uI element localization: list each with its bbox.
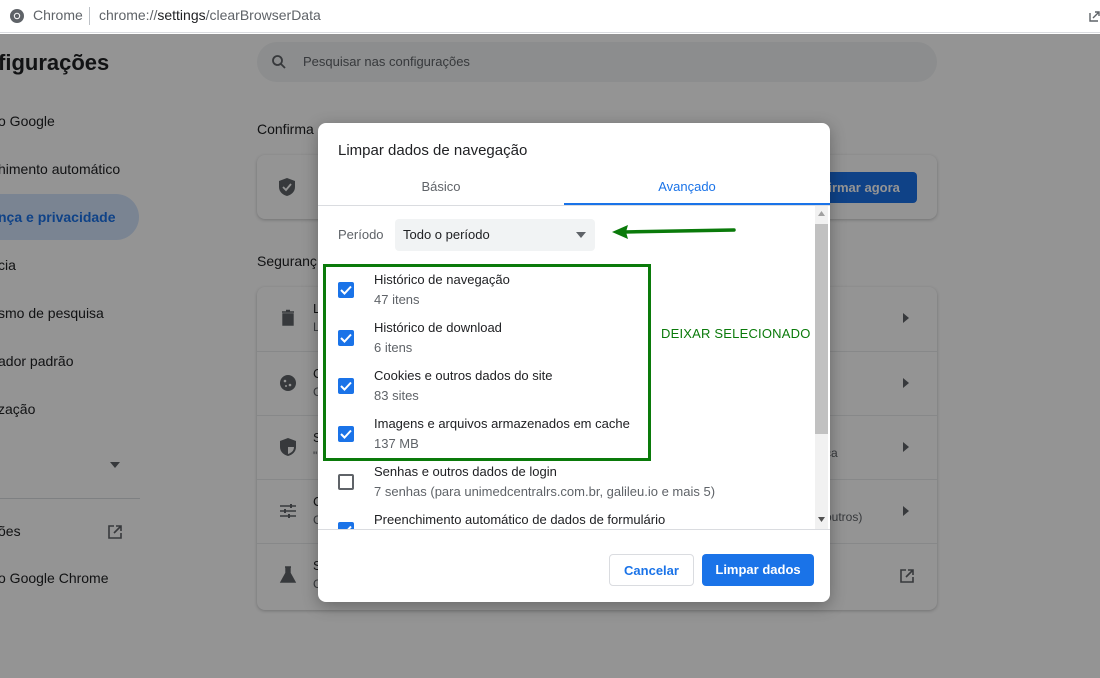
option-autofill[interactable]: Preenchimento automático de dados de for… — [318, 512, 812, 529]
footer-divider — [318, 529, 830, 530]
annotation-highlight-box — [323, 264, 651, 461]
option-detail: 7 senhas (para unimedcentralrs.com.br, g… — [374, 484, 716, 499]
address-bar: Chrome chrome://settings/clearBrowserDat… — [0, 0, 1100, 33]
tab-advanced[interactable]: Avançado — [564, 169, 810, 205]
period-select[interactable]: Todo o período — [395, 219, 595, 251]
clear-data-button[interactable]: Limpar dados — [702, 554, 814, 586]
address-separator — [89, 7, 90, 25]
scrollbar[interactable] — [815, 206, 828, 529]
share-icon[interactable] — [1088, 9, 1100, 23]
scrollbar-thumb[interactable] — [815, 224, 828, 434]
dropdown-arrow-icon — [576, 232, 586, 238]
annotation-arrow-icon — [612, 225, 736, 239]
browser-app-name: Chrome — [33, 7, 83, 23]
period-value: Todo o período — [403, 227, 490, 242]
chrome-icon — [10, 9, 24, 23]
checkbox-checked[interactable] — [338, 522, 354, 529]
period-label: Período — [338, 227, 384, 242]
dialog-title: Limpar dados de navegação — [338, 142, 528, 159]
tab-basic[interactable]: Básico — [318, 169, 564, 205]
scroll-up-arrow-icon[interactable] — [818, 211, 825, 216]
option-label: Senhas e outros dados de login — [374, 464, 557, 479]
url-text[interactable]: chrome://settings/clearBrowserData — [99, 7, 321, 23]
annotation-text: DEIXAR SELECIONADO — [661, 326, 811, 341]
cancel-button[interactable]: Cancelar — [609, 554, 694, 586]
scroll-down-arrow-icon[interactable] — [818, 517, 825, 522]
option-label: Preenchimento automático de dados de for… — [374, 512, 666, 527]
option-passwords[interactable]: Senhas e outros dados de login 7 senhas … — [318, 464, 812, 512]
checkbox-unchecked[interactable] — [338, 474, 354, 490]
